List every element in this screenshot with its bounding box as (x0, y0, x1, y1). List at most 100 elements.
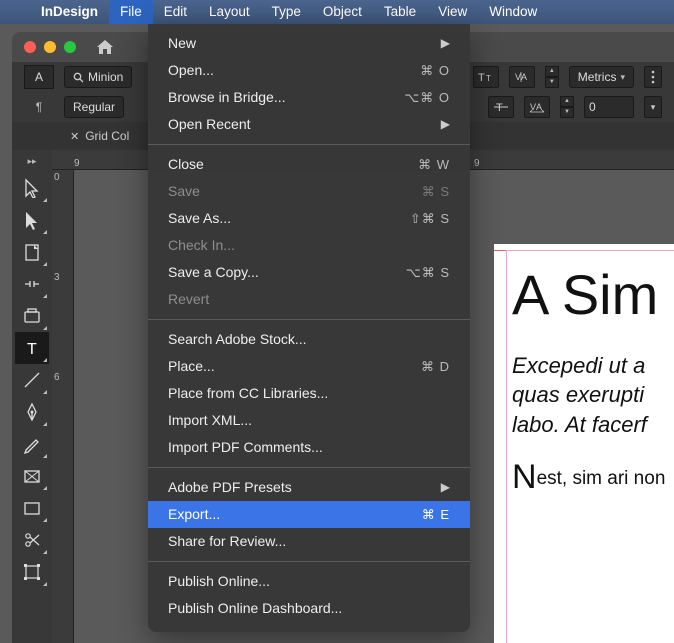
font-style-dropdown[interactable]: Regular (64, 96, 124, 118)
menubar-item-table[interactable]: Table (373, 0, 427, 24)
menu-item-publish-online-dashboard[interactable]: Publish Online Dashboard... (148, 595, 470, 622)
vertical-ruler: 036 (52, 170, 74, 643)
menu-shortcut: ⌥⌘ O (404, 84, 450, 111)
free-transform-tool-icon[interactable] (15, 556, 49, 588)
menu-item-label: New (168, 30, 441, 57)
menubar-item-edit[interactable]: Edit (153, 0, 198, 24)
menu-item-publish-online[interactable]: Publish Online... (148, 568, 470, 595)
menu-item-close[interactable]: Close⌘ W (148, 151, 470, 178)
menu-item-browse-in-bridge[interactable]: Browse in Bridge...⌥⌘ O (148, 84, 470, 111)
tracking-icon[interactable]: VA (524, 96, 550, 118)
dropdown-chevron-icon[interactable]: ▾ (644, 96, 662, 118)
menu-item-label: Export... (168, 501, 422, 528)
menu-item-label: Search Adobe Stock... (168, 326, 450, 353)
menu-item-label: Open... (168, 57, 420, 84)
menu-item-label: Save As... (168, 205, 410, 232)
menu-shortcut: ⌘ O (420, 57, 450, 84)
rectangle-frame-tool-icon[interactable] (15, 460, 49, 492)
menu-item-label: Close (168, 151, 418, 178)
line-tool-icon[interactable] (15, 364, 49, 396)
kerning-stepper[interactable]: ▲▼ (545, 66, 559, 88)
menu-shortcut: ⌘ D (421, 353, 450, 380)
tracking-field[interactable]: 0 (584, 96, 634, 118)
menubar-item-file[interactable]: File (109, 0, 153, 24)
content-collector-tool-icon[interactable] (15, 300, 49, 332)
menu-item-label: Browse in Bridge... (168, 84, 404, 111)
svg-text:T: T (27, 341, 37, 358)
menu-item-save-a-copy[interactable]: Save a Copy...⌥⌘ S (148, 259, 470, 286)
menu-shortcut: ⌘ E (422, 501, 450, 528)
selection-tool-icon[interactable] (15, 172, 49, 204)
menu-shortcut: ⌥⌘ S (406, 259, 450, 286)
menubar-item-view[interactable]: View (427, 0, 478, 24)
more-icon[interactable] (644, 66, 662, 88)
menu-item-import-pdf-comments[interactable]: Import PDF Comments... (148, 434, 470, 461)
collapse-tools-icon[interactable]: ▸▸ (12, 156, 52, 172)
menu-item-search-adobe-stock[interactable]: Search Adobe Stock... (148, 326, 470, 353)
strikethrough-icon[interactable]: T (488, 96, 514, 118)
menubar-item-type[interactable]: Type (261, 0, 312, 24)
menubar-item-window[interactable]: Window (478, 0, 548, 24)
ruler-mark: 9 (474, 158, 574, 169)
paragraph-formatting-icon[interactable]: ¶ (24, 100, 54, 114)
tools-panel: ▸▸ T (12, 150, 52, 643)
kerning-mode-dropdown[interactable]: Metrics ▾ (569, 66, 634, 88)
menu-separator (148, 467, 470, 468)
font-style-value: Regular (73, 100, 115, 114)
menu-shortcut: ⇧⌘ S (410, 205, 450, 232)
menu-item-label: Place from CC Libraries... (168, 380, 450, 407)
home-icon[interactable] (96, 39, 114, 55)
menu-item-import-xml[interactable]: Import XML... (148, 407, 470, 434)
direct-selection-tool-icon[interactable] (15, 204, 49, 236)
close-icon[interactable]: ✕ (70, 130, 79, 143)
window-minimize-button[interactable] (44, 41, 56, 53)
menu-item-export[interactable]: Export...⌘ E (148, 501, 470, 528)
tt-caps-icon[interactable]: TT (473, 66, 499, 88)
menu-item-open[interactable]: Open...⌘ O (148, 57, 470, 84)
menubar-item-layout[interactable]: Layout (198, 0, 261, 24)
menu-item-new[interactable]: New▶ (148, 30, 470, 57)
window-close-button[interactable] (24, 41, 36, 53)
gap-tool-icon[interactable] (15, 268, 49, 300)
submenu-arrow-icon: ▶ (441, 474, 450, 501)
window-zoom-button[interactable] (64, 41, 76, 53)
menu-item-adobe-pdf-presets[interactable]: Adobe PDF Presets▶ (148, 474, 470, 501)
character-formatting-icon[interactable]: A (24, 65, 54, 89)
menu-item-share-for-review[interactable]: Share for Review... (148, 528, 470, 555)
font-family-dropdown[interactable]: Minion (64, 66, 132, 88)
menu-item-label: Place... (168, 353, 421, 380)
menu-item-check-in: Check In... (148, 232, 470, 259)
pencil-tool-icon[interactable] (15, 428, 49, 460)
type-tool-icon[interactable]: T (15, 332, 49, 364)
menu-item-label: Publish Online Dashboard... (168, 595, 450, 622)
menu-shortcut: ⌘ W (418, 151, 450, 178)
menu-item-label: Check In... (168, 232, 450, 259)
submenu-arrow-icon: ▶ (441, 111, 450, 138)
scissors-tool-icon[interactable] (15, 524, 49, 556)
menu-item-open-recent[interactable]: Open Recent▶ (148, 111, 470, 138)
menu-item-label: Publish Online... (168, 568, 450, 595)
tracking-stepper[interactable]: ▲▼ (560, 96, 574, 118)
page: A Sim Excepedi ut a quas exerupti labo. … (494, 244, 674, 643)
menu-separator (148, 561, 470, 562)
kerning-mode-value: Metrics (578, 70, 617, 84)
search-icon (73, 72, 84, 83)
menu-item-label: Import PDF Comments... (168, 434, 450, 461)
menubar-item-object[interactable]: Object (312, 0, 373, 24)
page-tool-icon[interactable] (15, 236, 49, 268)
menubar-app[interactable]: InDesign (30, 0, 109, 24)
ruler-mark: 0 (52, 170, 73, 270)
font-family-value: Minion (88, 70, 123, 84)
menu-item-place-from-cc-libraries[interactable]: Place from CC Libraries... (148, 380, 470, 407)
kerning-icon[interactable]: VA (509, 66, 535, 88)
file-menu-dropdown: New▶Open...⌘ OBrowse in Bridge...⌥⌘ OOpe… (148, 24, 470, 632)
menu-item-place[interactable]: Place...⌘ D (148, 353, 470, 380)
macos-menubar: InDesign FileEditLayoutTypeObjectTableVi… (0, 0, 674, 24)
document-tab[interactable]: ✕ Grid Col (70, 129, 129, 143)
menu-item-label: Adobe PDF Presets (168, 474, 441, 501)
menu-item-label: Revert (168, 286, 450, 313)
menu-item-save-as[interactable]: Save As...⇧⌘ S (148, 205, 470, 232)
pen-tool-icon[interactable] (15, 396, 49, 428)
margin-guide (506, 250, 674, 643)
rectangle-tool-icon[interactable] (15, 492, 49, 524)
